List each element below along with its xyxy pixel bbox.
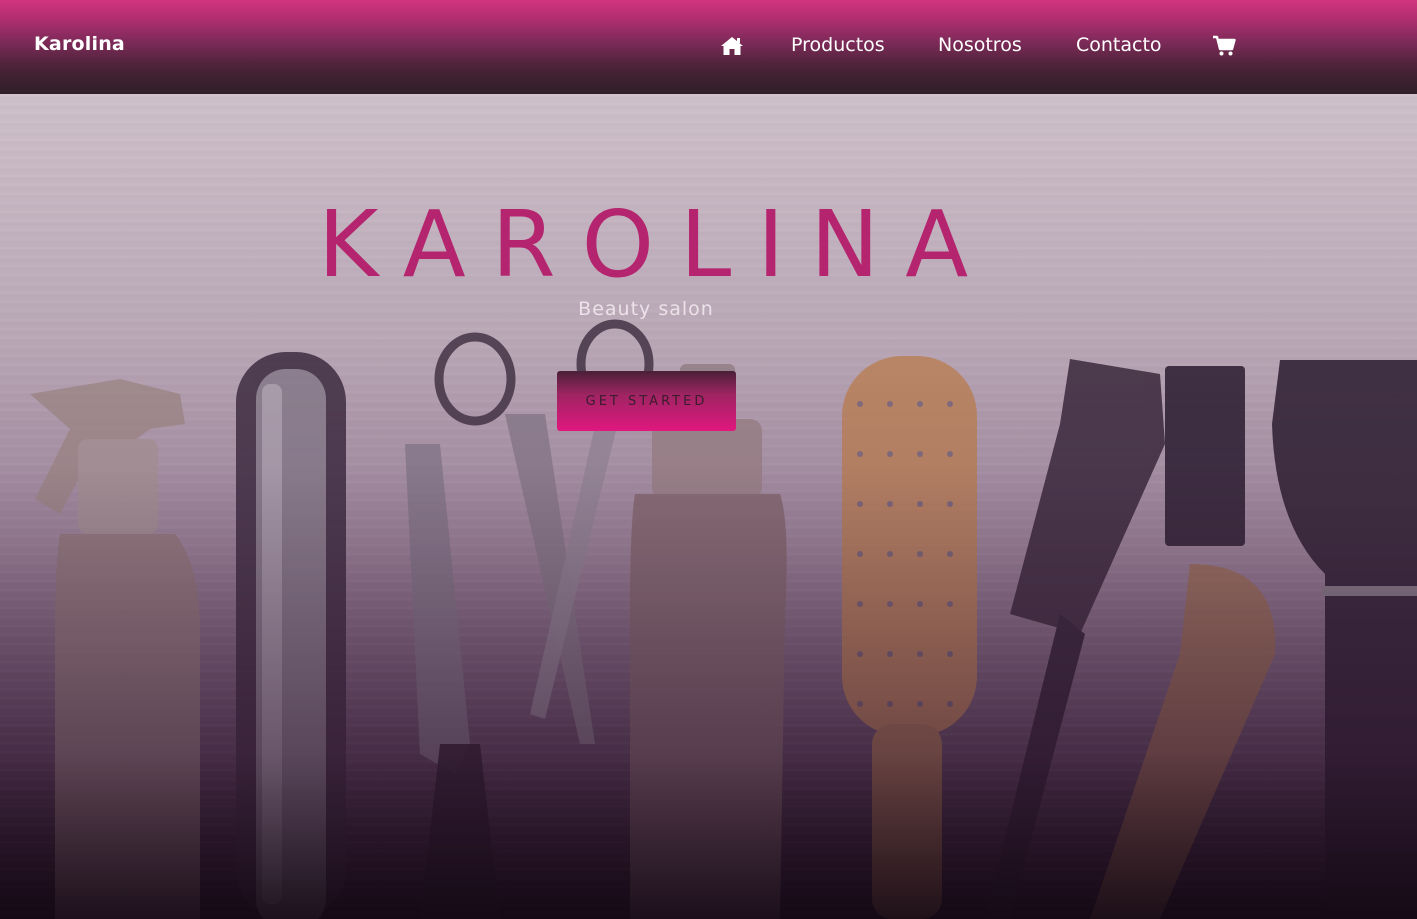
hero-section: KAROLINA Beauty salon GET STARTED bbox=[0, 94, 1417, 919]
hero-title: KAROLINA bbox=[318, 191, 995, 298]
top-navbar: Karolina Productos Nosotros Contacto bbox=[0, 0, 1417, 94]
nav-link-productos[interactable]: Productos bbox=[791, 34, 885, 56]
get-started-button[interactable]: GET STARTED bbox=[557, 371, 736, 431]
hero-subtitle: Beauty salon bbox=[578, 298, 714, 320]
nav-link-contacto[interactable]: Contacto bbox=[1076, 34, 1162, 56]
brand-logo[interactable]: Karolina bbox=[34, 33, 125, 55]
shopping-cart-icon[interactable] bbox=[1212, 35, 1236, 57]
nav-link-nosotros[interactable]: Nosotros bbox=[938, 34, 1022, 56]
home-icon[interactable] bbox=[720, 35, 744, 57]
